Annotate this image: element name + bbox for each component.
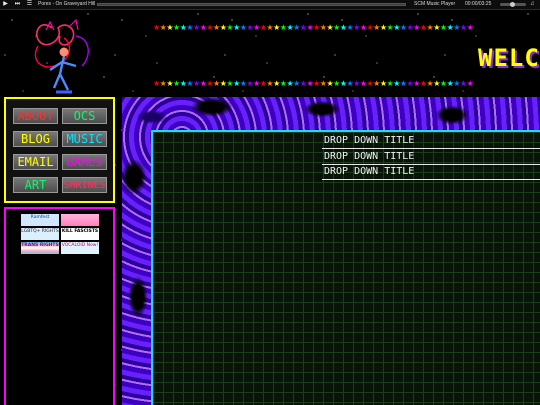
button-wall: Ramfest LGBTQ+ RIGHTS KILL FASCISTS TRAN…: [4, 207, 115, 405]
dropdown-title[interactable]: DROP DOWN TITLE: [322, 166, 540, 181]
star-icon: ★: [166, 24, 174, 32]
star-icon: ★: [373, 24, 380, 32]
dropdown-list: DROP DOWN TITLE DROP DOWN TITLE DROP DOW…: [322, 135, 540, 182]
star-icon: ★: [439, 24, 447, 32]
star-icon: ★: [453, 80, 460, 88]
star-icon: ★: [166, 80, 174, 88]
star-icon: ★: [379, 24, 387, 32]
star-border-top: ★★★★★★★★★★★★★★★★★★★★★★★★★★★★★★★★★★★★★★★★…: [153, 24, 540, 32]
star-icon: ★: [353, 24, 360, 32]
track-time: 00:00/03:25: [465, 1, 492, 7]
star-icon: ★: [359, 24, 367, 32]
star-icon: ★: [466, 80, 474, 88]
star-border-bottom: ★★★★★★★★★★★★★★★★★★★★★★★★★★★★★★★★★★★★★★★★…: [153, 80, 540, 88]
nav-about-button[interactable]: ABOUT: [13, 108, 58, 124]
nav-box: ABOUT OCS BLOG MUSIC EMAIL GAMES ART SHR…: [4, 97, 115, 203]
star-icon: ★: [293, 80, 300, 88]
star-icon: ★: [233, 80, 240, 88]
volume-slider[interactable]: [500, 2, 526, 7]
star-icon: ★: [453, 24, 460, 32]
nav-ocs-button[interactable]: OCS: [62, 108, 107, 124]
nav-shrines-button[interactable]: SHRINES: [62, 177, 107, 193]
star-icon: ★: [313, 24, 320, 32]
playlist-icon[interactable]: ☰: [26, 1, 33, 8]
star-icon: ★: [313, 80, 320, 88]
star-icon: ★: [173, 80, 180, 88]
star-icon: ★: [413, 24, 420, 32]
ramfest-button[interactable]: Ramfest: [21, 214, 59, 226]
star-icon: ★: [419, 24, 427, 32]
volume-icon[interactable]: ♫: [530, 1, 538, 8]
star-icon: ★: [399, 24, 407, 32]
star-icon: ★: [233, 24, 240, 32]
track-title: Pores - On Graveyard Hill: [38, 1, 96, 7]
star-icon: ★: [293, 24, 300, 32]
progress-bar[interactable]: [97, 3, 406, 6]
star-icon: ★: [193, 80, 200, 88]
star-icon: ★: [333, 24, 340, 32]
star-icon: ★: [153, 24, 160, 32]
next-icon[interactable]: ⏭: [14, 1, 21, 8]
star-icon: ★: [193, 24, 200, 32]
play-icon[interactable]: ▶: [2, 1, 9, 8]
star-icon: ★: [459, 24, 467, 32]
star-icon: ★: [373, 80, 380, 88]
volume-knob[interactable]: [510, 2, 515, 7]
music-player: ▶ ⏭ ☰ Pores - On Graveyard Hill SCM Musi…: [0, 0, 540, 10]
nav-email-button[interactable]: EMAIL: [13, 154, 58, 170]
nav-games-button[interactable]: GAMES: [62, 154, 107, 170]
nav-art-button[interactable]: ART: [13, 177, 58, 193]
dropdown-title[interactable]: DROP DOWN TITLE: [322, 135, 540, 149]
pink-button[interactable]: [61, 214, 99, 226]
star-icon: ★: [379, 80, 387, 88]
player-name: SCM Music Player: [414, 1, 456, 7]
star-icon: ★: [333, 80, 340, 88]
star-icon: ★: [253, 24, 260, 32]
nav-music-button[interactable]: MUSIC: [62, 131, 107, 147]
nav-blog-button[interactable]: BLOG: [13, 131, 58, 147]
star-icon: ★: [153, 80, 160, 88]
star-icon: ★: [213, 24, 220, 32]
star-icon: ★: [253, 80, 260, 88]
welcome-banner: WELC: [478, 44, 540, 72]
site-logo: [34, 18, 89, 94]
star-icon: ★: [466, 24, 474, 32]
star-icon: ★: [413, 80, 420, 88]
dropdown-title[interactable]: DROP DOWN TITLE: [322, 151, 540, 165]
star-icon: ★: [359, 80, 367, 88]
star-icon: ★: [353, 80, 360, 88]
trans-rights-button[interactable]: TRANS RIGHTS: [21, 242, 59, 254]
star-icon: ★: [419, 80, 427, 88]
star-icon: ★: [433, 80, 440, 88]
star-icon: ★: [433, 24, 440, 32]
main-content-panel: DROP DOWN TITLE DROP DOWN TITLE DROP DOW…: [151, 130, 540, 405]
star-icon: ★: [273, 24, 280, 32]
star-icon: ★: [439, 80, 447, 88]
star-icon: ★: [399, 80, 407, 88]
star-icon: ★: [459, 80, 467, 88]
vocaloid-now-button[interactable]: VOCALOID Now!: [61, 242, 99, 254]
star-icon: ★: [173, 24, 180, 32]
star-icon: ★: [273, 80, 280, 88]
star-icon: ★: [393, 24, 400, 32]
star-icon: ★: [213, 80, 220, 88]
kill-fascists-button[interactable]: KILL FASCISTS: [61, 228, 99, 240]
lgbtq-rights-button[interactable]: LGBTQ+ RIGHTS: [21, 228, 59, 240]
star-icon: ★: [393, 80, 400, 88]
